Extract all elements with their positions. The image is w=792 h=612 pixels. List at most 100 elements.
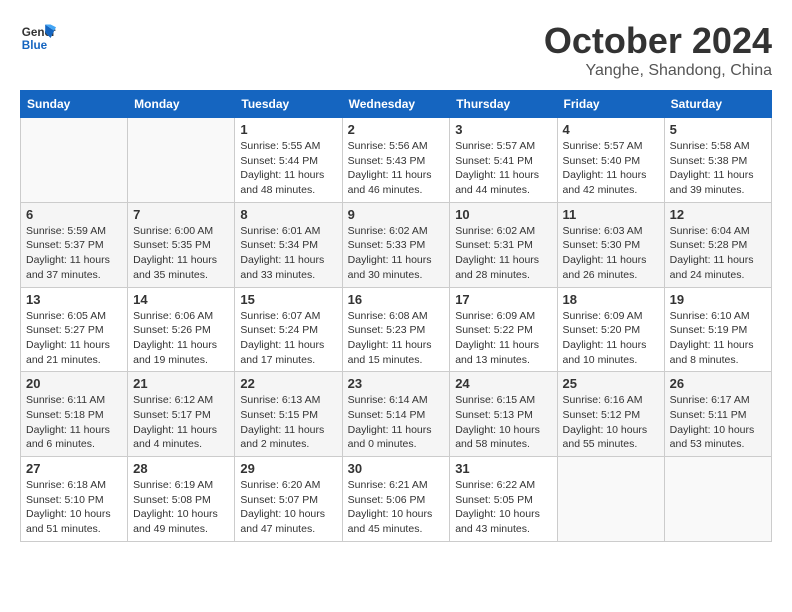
title-block: October 2024 Yanghe, Shandong, China — [544, 20, 772, 80]
calendar-cell: 7 Sunrise: 6:00 AM Sunset: 5:35 PM Daylig… — [128, 202, 235, 287]
calendar-cell: 29 Sunrise: 6:20 AM Sunset: 5:07 PM Dayli… — [235, 457, 342, 542]
calendar-cell: 4 Sunrise: 5:57 AM Sunset: 5:40 PM Daylig… — [557, 118, 664, 203]
calendar-cell: 5 Sunrise: 5:58 AM Sunset: 5:38 PM Daylig… — [664, 118, 771, 203]
day-number: 4 — [563, 122, 659, 137]
day-number: 10 — [455, 207, 551, 222]
day-info: Sunrise: 5:55 AM Sunset: 5:44 PM Dayligh… — [240, 139, 336, 198]
day-number: 11 — [563, 207, 659, 222]
calendar-header-row: SundayMondayTuesdayWednesdayThursdayFrid… — [21, 91, 772, 118]
calendar-cell: 17Sunrise: 6:09 AM Sunset: 5:22 PM Dayli… — [450, 287, 557, 372]
calendar-cell: 24Sunrise: 6:15 AM Sunset: 5:13 PM Dayli… — [450, 372, 557, 457]
day-number: 8 — [240, 207, 336, 222]
day-info: Sunrise: 6:01 AM Sunset: 5:34 PM Dayligh… — [240, 224, 336, 283]
calendar-cell — [21, 118, 128, 203]
column-header-sunday: Sunday — [21, 91, 128, 118]
calendar-cell: 2 Sunrise: 5:56 AM Sunset: 5:43 PM Daylig… — [342, 118, 450, 203]
calendar-cell: 21Sunrise: 6:12 AM Sunset: 5:17 PM Dayli… — [128, 372, 235, 457]
calendar-cell: 12Sunrise: 6:04 AM Sunset: 5:28 PM Dayli… — [664, 202, 771, 287]
day-number: 2 — [348, 122, 445, 137]
day-number: 13 — [26, 292, 122, 307]
calendar-cell: 23 Sunrise: 6:14 AM Sunset: 5:14 PM Dayli… — [342, 372, 450, 457]
day-info: Sunrise: 6:16 AM Sunset: 5:12 PM Dayligh… — [563, 393, 659, 452]
day-info: Sunrise: 6:08 AM Sunset: 5:23 PM Dayligh… — [348, 309, 445, 368]
calendar-cell: 19 Sunrise: 6:10 AM Sunset: 5:19 PM Dayli… — [664, 287, 771, 372]
day-number: 14 — [133, 292, 229, 307]
day-number: 30 — [348, 461, 445, 476]
calendar-week-row: 1 Sunrise: 5:55 AM Sunset: 5:44 PM Daylig… — [21, 118, 772, 203]
logo: General Blue — [20, 20, 56, 56]
calendar-cell — [128, 118, 235, 203]
day-number: 29 — [240, 461, 336, 476]
day-info: Sunrise: 5:58 AM Sunset: 5:38 PM Dayligh… — [670, 139, 766, 198]
column-header-saturday: Saturday — [664, 91, 771, 118]
calendar-cell: 10 Sunrise: 6:02 AM Sunset: 5:31 PM Dayli… — [450, 202, 557, 287]
day-number: 3 — [455, 122, 551, 137]
svg-text:Blue: Blue — [22, 39, 48, 52]
calendar-cell: 14Sunrise: 6:06 AM Sunset: 5:26 PM Dayli… — [128, 287, 235, 372]
calendar-cell: 31Sunrise: 6:22 AM Sunset: 5:05 PM Dayli… — [450, 457, 557, 542]
page-subtitle: Yanghe, Shandong, China — [544, 62, 772, 80]
day-info: Sunrise: 5:56 AM Sunset: 5:43 PM Dayligh… — [348, 139, 445, 198]
column-header-thursday: Thursday — [450, 91, 557, 118]
column-header-friday: Friday — [557, 91, 664, 118]
day-info: Sunrise: 6:20 AM Sunset: 5:07 PM Dayligh… — [240, 478, 336, 537]
day-info: Sunrise: 6:07 AM Sunset: 5:24 PM Dayligh… — [240, 309, 336, 368]
calendar-cell: 16 Sunrise: 6:08 AM Sunset: 5:23 PM Dayli… — [342, 287, 450, 372]
calendar-cell: 13Sunrise: 6:05 AM Sunset: 5:27 PM Dayli… — [21, 287, 128, 372]
day-number: 27 — [26, 461, 122, 476]
day-number: 9 — [348, 207, 445, 222]
day-info: Sunrise: 6:19 AM Sunset: 5:08 PM Dayligh… — [133, 478, 229, 537]
column-header-wednesday: Wednesday — [342, 91, 450, 118]
day-number: 21 — [133, 376, 229, 391]
day-info: Sunrise: 6:14 AM Sunset: 5:14 PM Dayligh… — [348, 393, 445, 452]
calendar-week-row: 13Sunrise: 6:05 AM Sunset: 5:27 PM Dayli… — [21, 287, 772, 372]
day-info: Sunrise: 5:57 AM Sunset: 5:41 PM Dayligh… — [455, 139, 551, 198]
day-info: Sunrise: 6:13 AM Sunset: 5:15 PM Dayligh… — [240, 393, 336, 452]
calendar-cell — [557, 457, 664, 542]
calendar-cell: 28Sunrise: 6:19 AM Sunset: 5:08 PM Dayli… — [128, 457, 235, 542]
calendar-cell: 18Sunrise: 6:09 AM Sunset: 5:20 PM Dayli… — [557, 287, 664, 372]
column-header-monday: Monday — [128, 91, 235, 118]
day-number: 16 — [348, 292, 445, 307]
day-info: Sunrise: 5:59 AM Sunset: 5:37 PM Dayligh… — [26, 224, 122, 283]
day-info: Sunrise: 6:22 AM Sunset: 5:05 PM Dayligh… — [455, 478, 551, 537]
day-info: Sunrise: 5:57 AM Sunset: 5:40 PM Dayligh… — [563, 139, 659, 198]
day-info: Sunrise: 6:09 AM Sunset: 5:20 PM Dayligh… — [563, 309, 659, 368]
day-info: Sunrise: 6:18 AM Sunset: 5:10 PM Dayligh… — [26, 478, 122, 537]
calendar-week-row: 6 Sunrise: 5:59 AM Sunset: 5:37 PM Daylig… — [21, 202, 772, 287]
day-number: 5 — [670, 122, 766, 137]
day-number: 6 — [26, 207, 122, 222]
calendar-cell: 3 Sunrise: 5:57 AM Sunset: 5:41 PM Daylig… — [450, 118, 557, 203]
day-info: Sunrise: 6:02 AM Sunset: 5:33 PM Dayligh… — [348, 224, 445, 283]
calendar-cell: 8 Sunrise: 6:01 AM Sunset: 5:34 PM Daylig… — [235, 202, 342, 287]
day-number: 24 — [455, 376, 551, 391]
calendar-cell: 20Sunrise: 6:11 AM Sunset: 5:18 PM Dayli… — [21, 372, 128, 457]
page-header: General Blue October 2024 Yanghe, Shando… — [20, 20, 772, 80]
calendar-cell: 11Sunrise: 6:03 AM Sunset: 5:30 PM Dayli… — [557, 202, 664, 287]
day-info: Sunrise: 6:10 AM Sunset: 5:19 PM Dayligh… — [670, 309, 766, 368]
calendar-cell: 26 Sunrise: 6:17 AM Sunset: 5:11 PM Dayli… — [664, 372, 771, 457]
day-info: Sunrise: 6:11 AM Sunset: 5:18 PM Dayligh… — [26, 393, 122, 452]
logo-icon: General Blue — [20, 20, 56, 56]
day-info: Sunrise: 6:00 AM Sunset: 5:35 PM Dayligh… — [133, 224, 229, 283]
day-number: 25 — [563, 376, 659, 391]
calendar-cell: 22Sunrise: 6:13 AM Sunset: 5:15 PM Dayli… — [235, 372, 342, 457]
day-number: 7 — [133, 207, 229, 222]
calendar-cell: 25 Sunrise: 6:16 AM Sunset: 5:12 PM Dayli… — [557, 372, 664, 457]
calendar-cell — [664, 457, 771, 542]
day-info: Sunrise: 6:17 AM Sunset: 5:11 PM Dayligh… — [670, 393, 766, 452]
day-number: 19 — [670, 292, 766, 307]
day-info: Sunrise: 6:09 AM Sunset: 5:22 PM Dayligh… — [455, 309, 551, 368]
calendar-cell: 27 Sunrise: 6:18 AM Sunset: 5:10 PM Dayli… — [21, 457, 128, 542]
calendar-table: SundayMondayTuesdayWednesdayThursdayFrid… — [20, 90, 772, 542]
calendar-cell: 1 Sunrise: 5:55 AM Sunset: 5:44 PM Daylig… — [235, 118, 342, 203]
day-info: Sunrise: 6:04 AM Sunset: 5:28 PM Dayligh… — [670, 224, 766, 283]
day-number: 23 — [348, 376, 445, 391]
calendar-cell: 15 Sunrise: 6:07 AM Sunset: 5:24 PM Dayli… — [235, 287, 342, 372]
day-info: Sunrise: 6:21 AM Sunset: 5:06 PM Dayligh… — [348, 478, 445, 537]
day-number: 15 — [240, 292, 336, 307]
calendar-week-row: 27 Sunrise: 6:18 AM Sunset: 5:10 PM Dayli… — [21, 457, 772, 542]
day-number: 26 — [670, 376, 766, 391]
day-info: Sunrise: 6:02 AM Sunset: 5:31 PM Dayligh… — [455, 224, 551, 283]
day-number: 1 — [240, 122, 336, 137]
